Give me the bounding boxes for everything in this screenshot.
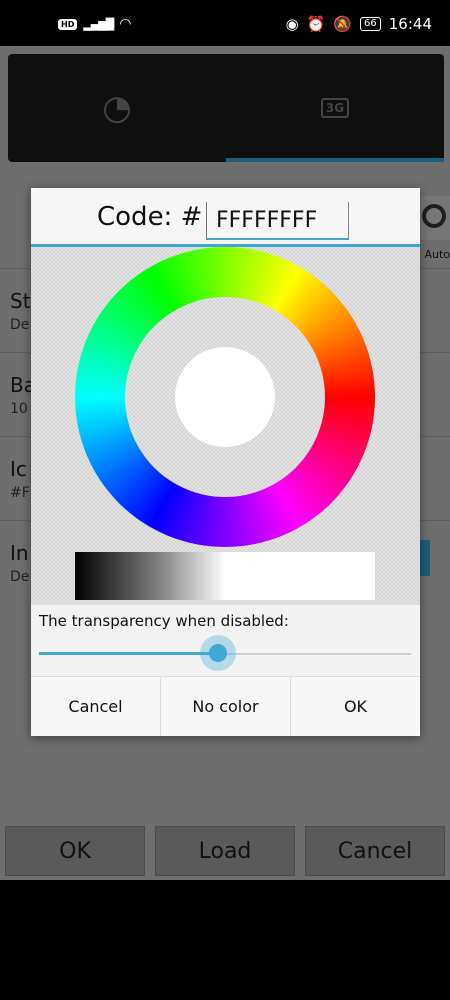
signal-icon: ▂▄▆█ [83,17,114,31]
dialog-buttons: Cancel No color OK [31,676,420,736]
status-bar: HD ▂▄▆█ ◠ ◉ ⏰ 🔕 66 16:44 [0,0,450,46]
tab-nfc[interactable]: ◔ [8,54,226,162]
alarm-icon: ⏰ [306,15,326,33]
brightness-bar[interactable] [75,552,375,600]
setting-subtitle: De [10,317,30,333]
scroll-handle[interactable] [420,540,430,576]
setting-subtitle: #F [10,485,30,501]
hd-badge: HD [58,18,78,30]
mute-icon: 🔕 [333,15,353,33]
setting-title: Ic [10,457,27,481]
selected-color-swatch[interactable] [175,347,275,447]
auto-icon [422,204,446,228]
ok-button[interactable]: OK [291,677,420,736]
color-picker-dialog: Code: # The transparency when disabled: … [31,188,420,736]
no-color-button[interactable]: No color [161,677,291,736]
setting-title: St [10,289,31,313]
cancel-button[interactable]: Cancel [31,677,161,736]
setting-title: In [10,541,29,565]
setting-subtitle: 10 [10,401,28,417]
3g-4g-icon: 3G [320,98,350,118]
cancel-button[interactable]: Cancel [305,826,445,876]
transparency-label: The transparency when disabled: [39,612,289,630]
ok-button[interactable]: OK [5,826,145,876]
setting-subtitle: De [10,569,30,585]
tab-3g-4g[interactable]: 3G [226,54,444,162]
auto-label: Auto [424,248,450,261]
load-button[interactable]: Load [155,826,295,876]
quick-settings-panel: ◔ 3G [8,54,444,162]
color-code-input[interactable] [206,202,349,240]
slider-handle[interactable] [200,635,236,671]
clock: 16:44 [388,15,432,33]
status-right: ◉ ⏰ 🔕 66 16:44 [286,15,432,33]
eye-icon: ◉ [285,15,299,33]
slider-thumb[interactable] [209,644,227,662]
wifi-icon: ◠ [119,16,132,32]
status-left: HD ▂▄▆█ ◠ [58,16,131,32]
transparency-slider[interactable] [39,635,411,671]
picker-area [31,247,420,605]
battery-icon: 66 [360,17,381,31]
slider-fill [39,652,218,655]
code-label: Code: # [97,202,203,232]
tab-indicator [226,158,444,162]
bottom-buttons: OK Load Cancel [0,826,450,878]
nfc-icon: ◔ [102,88,132,128]
code-row: Code: # [31,188,420,246]
